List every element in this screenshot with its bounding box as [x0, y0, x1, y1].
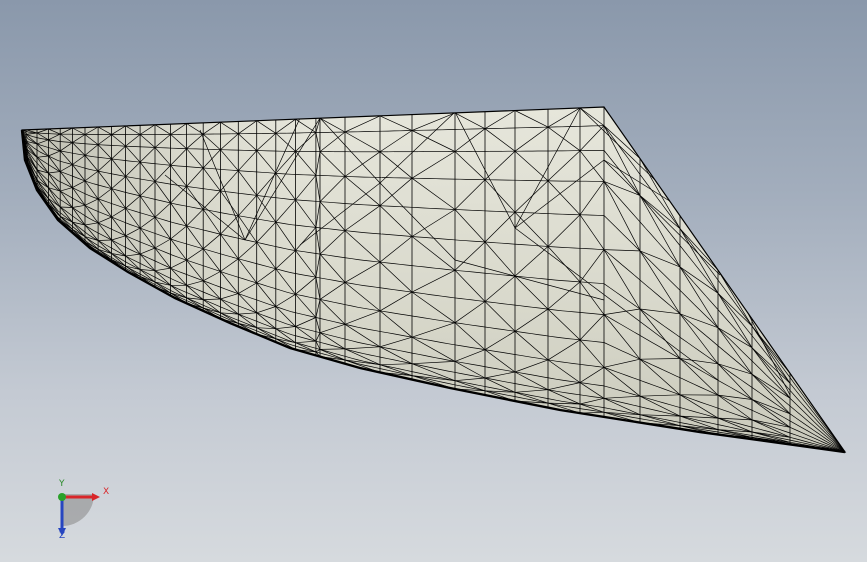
mesh-edge: [75, 142, 83, 144]
triad-shadow: [62, 494, 94, 526]
mesh-edge: [195, 167, 203, 169]
y-axis-dot-icon: [58, 493, 66, 501]
mesh-edge: [441, 238, 449, 240]
mesh-edge: [531, 244, 539, 247]
mesh-edge: [525, 276, 533, 279]
mesh-edge: [459, 270, 467, 272]
mesh-edge: [267, 172, 275, 174]
mesh-edge: [98, 239, 112, 241]
mesh-edge: [393, 234, 401, 236]
mesh-edge: [567, 280, 575, 282]
mesh-model[interactable]: [0, 0, 867, 562]
z-axis-label: Z: [59, 531, 66, 541]
mesh-edge: [369, 232, 377, 234]
mesh-edge: [219, 168, 227, 171]
mesh-edge: [555, 279, 563, 281]
mesh-edge: [387, 234, 395, 236]
mesh-edge: [585, 281, 593, 284]
mesh-edge: [585, 312, 593, 314]
y-axis-label: Y: [59, 479, 65, 489]
mesh-edge: [297, 199, 305, 201]
mesh-edge: [183, 166, 191, 168]
mesh-edge: [573, 311, 581, 313]
graphics-viewport[interactable]: X Y Z: [0, 0, 867, 562]
mesh-edge: [507, 243, 515, 245]
x-axis-label: X: [103, 487, 110, 497]
mesh-edge: [597, 313, 605, 315]
mesh-edge: [399, 235, 407, 237]
mesh-edge: [429, 237, 437, 239]
x-arrow-head-icon: [92, 493, 100, 501]
mesh-edge: [381, 233, 389, 235]
mesh-edge: [319, 348, 346, 350]
mesh-edge: [453, 239, 461, 241]
mesh-edge: [435, 238, 443, 240]
mesh-edge: [81, 143, 89, 145]
mesh-edge: [60, 206, 73, 208]
mesh-edge: [63, 141, 71, 143]
mesh-edge: [423, 237, 431, 239]
mesh-edge: [207, 167, 215, 170]
mesh-edge: [189, 166, 197, 168]
mesh-edge: [213, 168, 221, 170]
mesh-edge: [315, 200, 323, 203]
coordinate-triad: X Y Z: [44, 480, 114, 550]
mesh-edge: [339, 202, 347, 204]
mesh-edge: [327, 201, 335, 204]
mesh-edge: [489, 273, 497, 275]
mesh-edge: [363, 232, 371, 234]
mesh-edge: [597, 282, 605, 285]
mesh-edge: [561, 310, 569, 312]
mesh-edge: [57, 141, 65, 143]
